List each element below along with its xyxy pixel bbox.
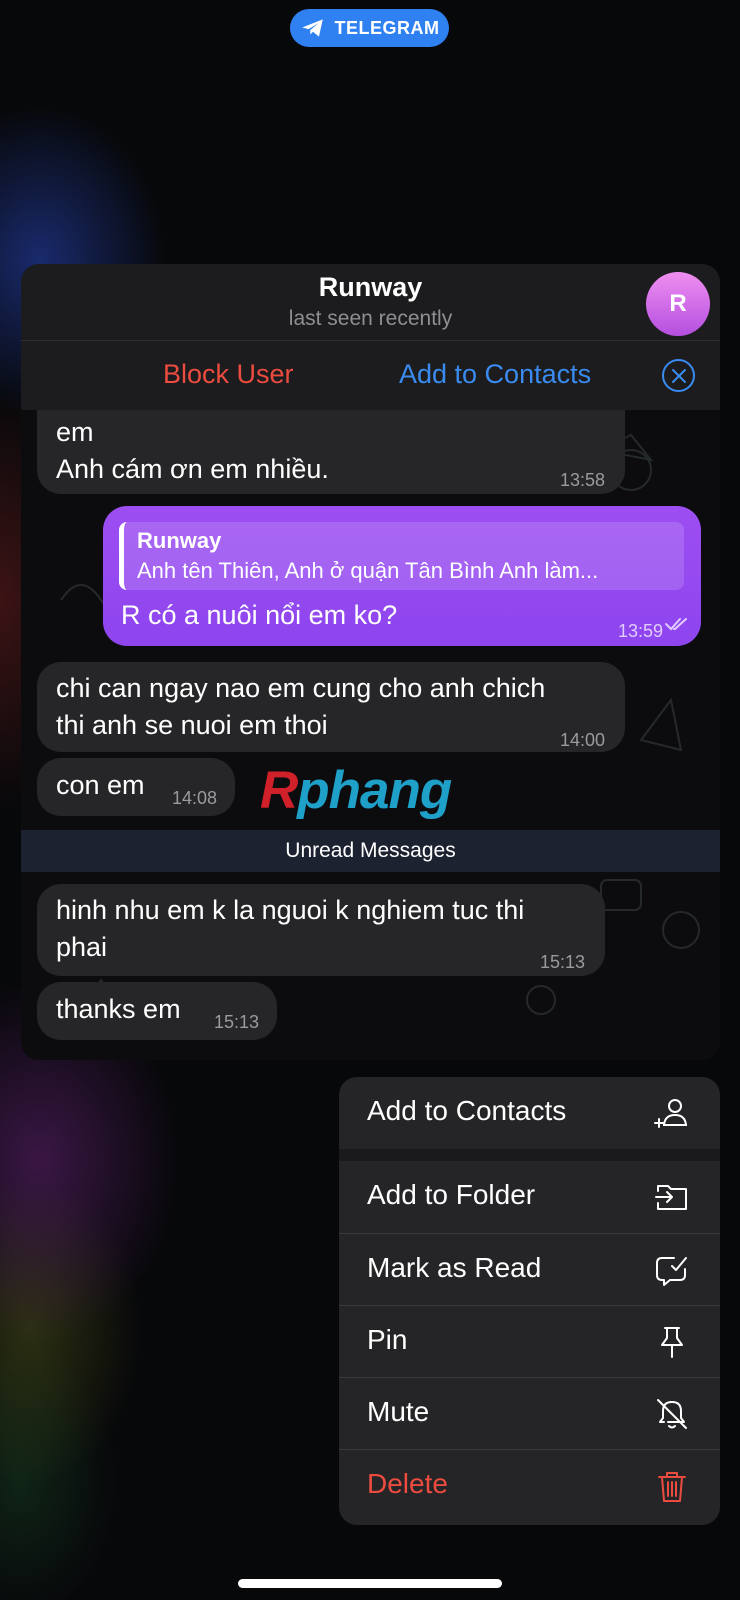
message-check-icon — [656, 1257, 687, 1286]
menu-item-mark-as-read[interactable]: Mark as Read — [339, 1233, 720, 1305]
message-time: 15:13 — [539, 952, 585, 972]
bell-off-icon — [657, 1399, 687, 1429]
avatar[interactable]: R — [646, 272, 710, 336]
message-time: 14:08 — [171, 788, 217, 808]
menu-item-label: Delete — [367, 1468, 448, 1499]
incoming-message[interactable]: hinh nhu em k la nguoi k nghiem tuc thi … — [37, 884, 605, 976]
telegram-badge-label: TELEGRAM — [334, 17, 440, 38]
menu-item-delete[interactable]: Delete — [339, 1449, 720, 1521]
message-text: Anh cám ơn em nhiều. — [56, 454, 329, 484]
contact-status: last seen recently — [288, 307, 453, 330]
incoming-message[interactable]: thanks em 15:13 — [37, 982, 277, 1040]
outgoing-message[interactable]: Runway Anh tên Thiên, Anh ở quận Tân Bìn… — [103, 506, 701, 646]
menu-item-label: Mute — [367, 1396, 430, 1427]
quote-text: Anh tên Thiên, Anh ở quận Tân Bình Anh l… — [137, 558, 599, 583]
message-time: 13:58 — [559, 470, 605, 490]
chat-area[interactable]: em Anh cám ơn em nhiều. 13:58 Runway Anh… — [21, 410, 720, 1060]
message-text: thanks em — [56, 994, 181, 1024]
message-text: R có a nuôi nổi em ko? — [121, 600, 398, 630]
message-time: 15:13 — [213, 1012, 259, 1032]
incoming-message[interactable]: chi can ngay nao em cung cho anh chich t… — [37, 662, 625, 752]
message-text: con em — [56, 770, 145, 800]
message-text: em — [56, 417, 94, 447]
add-contact-icon — [654, 1099, 688, 1128]
contact-action-bar: Block User Add to Contacts — [21, 340, 720, 410]
incoming-message[interactable]: con em 14:08 — [37, 758, 235, 816]
menu-separator — [339, 1149, 720, 1161]
pin-icon — [661, 1327, 683, 1358]
menu-item-pin[interactable]: Pin — [339, 1305, 720, 1377]
unread-messages-divider: Unread Messages — [21, 830, 720, 872]
menu-item-label: Add to Folder — [367, 1179, 536, 1210]
chat-header[interactable]: Runway last seen recently R — [21, 264, 720, 340]
message-text: phai — [56, 932, 108, 962]
double-check-icon — [665, 618, 687, 631]
message-text: chi can ngay nao em cung cho anh chich — [56, 673, 546, 703]
block-user-button[interactable]: Block User — [163, 359, 294, 390]
menu-item-label: Add to Contacts — [367, 1095, 567, 1126]
watermark-logo: Rphang — [260, 761, 452, 820]
menu-item-label: Mark as Read — [367, 1252, 542, 1283]
contact-name: Runway — [318, 272, 423, 302]
close-icon[interactable] — [662, 359, 695, 392]
home-indicator[interactable] — [238, 1579, 502, 1588]
chat-preview-card[interactable]: Runway last seen recently R Block User A… — [21, 264, 720, 1060]
add-to-contacts-button[interactable]: Add to Contacts — [399, 359, 591, 390]
telegram-plane-icon — [301, 19, 323, 37]
trash-icon — [658, 1472, 686, 1502]
menu-item-add-to-folder[interactable]: Add to Folder — [339, 1161, 720, 1233]
context-menu: Add to Contacts Add to Folder Mark as Re… — [339, 1077, 720, 1525]
message-time: 13:59 — [617, 621, 663, 641]
telegram-badge: TELEGRAM — [290, 9, 449, 47]
message-text: hinh nhu em k la nguoi k nghiem tuc thi — [56, 895, 525, 925]
menu-item-label: Pin — [367, 1324, 408, 1355]
menu-item-mute[interactable]: Mute — [339, 1377, 720, 1449]
menu-item-add-to-contacts[interactable]: Add to Contacts — [339, 1077, 720, 1149]
incoming-message[interactable]: em Anh cám ơn em nhiều. 13:58 — [37, 410, 625, 494]
message-text: thi anh se nuoi em thoi — [56, 710, 328, 740]
message-time: 14:00 — [559, 730, 605, 750]
reply-quote[interactable]: Runway Anh tên Thiên, Anh ở quận Tân Bìn… — [119, 522, 684, 590]
quote-author: Runway — [137, 528, 222, 553]
folder-move-icon — [655, 1185, 687, 1210]
